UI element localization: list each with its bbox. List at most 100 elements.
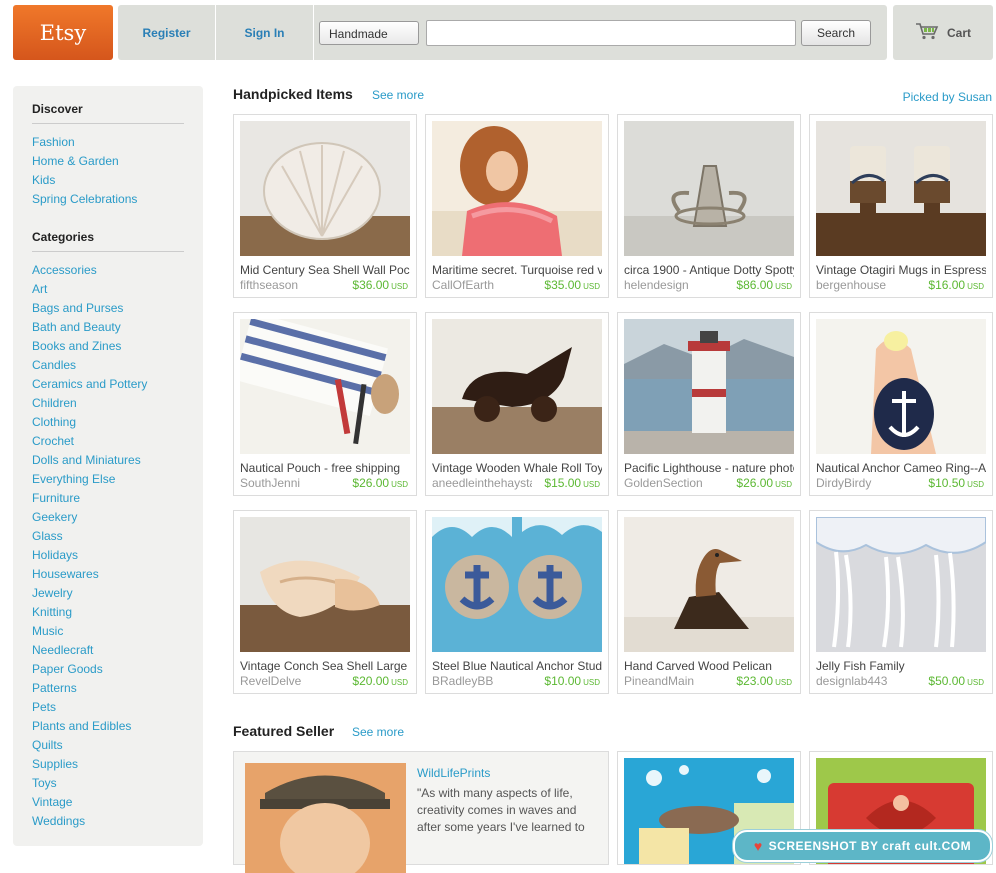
- listing-image-anchor-earrings: [432, 517, 602, 652]
- listing-card[interactable]: Mid Century Sea Shell Wall Pocket fifths…: [233, 114, 417, 298]
- listing-card[interactable]: Nautical Pouch - free shipping SouthJenn…: [233, 312, 417, 496]
- listing-card[interactable]: Pacific Lighthouse - nature photo Golden…: [617, 312, 801, 496]
- discover-link[interactable]: Fashion: [32, 133, 137, 152]
- listing-price: $15.00 USD: [544, 476, 600, 490]
- category-link[interactable]: Candles: [32, 356, 147, 375]
- listing-shop[interactable]: DirdyBirdy: [816, 476, 916, 490]
- picked-by-link[interactable]: Picked by Susan: [903, 90, 992, 104]
- listing-card[interactable]: Maritime secret. Turquoise red vintage C…: [425, 114, 609, 298]
- sidebar: Discover Fashion Home & Garden Kids Spri…: [13, 86, 203, 846]
- category-link[interactable]: Vintage: [32, 793, 147, 812]
- top-nav-bar: Register Sign In Handmade Search: [118, 5, 887, 60]
- category-link[interactable]: Supplies: [32, 755, 147, 774]
- listing-price: $20.00 USD: [352, 674, 408, 688]
- category-link[interactable]: Glass: [32, 527, 147, 546]
- category-link[interactable]: Ceramics and Pottery: [32, 375, 147, 394]
- handpicked-title: Handpicked Items: [233, 86, 353, 102]
- discover-heading: Discover: [32, 102, 184, 124]
- listing-title: Vintage Otagiri Mugs in Espresso: [816, 263, 986, 277]
- category-link[interactable]: Jewelry: [32, 584, 147, 603]
- listing-image-lighthouse: [624, 319, 794, 454]
- category-link[interactable]: Quilts: [32, 736, 147, 755]
- listing-price: $86.00 USD: [736, 278, 792, 292]
- category-link[interactable]: Plants and Edibles: [32, 717, 147, 736]
- listing-shop[interactable]: GoldenSection: [624, 476, 724, 490]
- listing-image-whale-toy: [432, 319, 602, 454]
- category-link[interactable]: Toys: [32, 774, 147, 793]
- category-link[interactable]: Patterns: [32, 679, 147, 698]
- cart-button[interactable]: Cart: [893, 5, 993, 60]
- search-button[interactable]: Search: [801, 20, 871, 46]
- listing-image-seashell: [240, 121, 410, 256]
- listing-shop[interactable]: BRadleyBB: [432, 674, 532, 688]
- category-link[interactable]: Bath and Beauty: [32, 318, 147, 337]
- listing-price: $50.00 USD: [928, 674, 984, 688]
- listing-card[interactable]: Vintage Otagiri Mugs in Espresso bergenh…: [809, 114, 993, 298]
- discover-link[interactable]: Home & Garden: [32, 152, 137, 171]
- sign-in-link[interactable]: Sign In: [216, 5, 314, 60]
- listing-price: $35.00 USD: [544, 278, 600, 292]
- category-link[interactable]: Art: [32, 280, 147, 299]
- seller-avatar[interactable]: [245, 763, 406, 873]
- listing-shop[interactable]: PineandMain: [624, 674, 724, 688]
- category-link[interactable]: Dolls and Miniatures: [32, 451, 147, 470]
- listing-shop[interactable]: designlab443: [816, 674, 916, 688]
- listing-card[interactable]: circa 1900 - Antique Dotty Spotty helend…: [617, 114, 801, 298]
- search-category-select[interactable]: Handmade: [319, 21, 419, 45]
- listing-shop[interactable]: fifthseason: [240, 278, 340, 292]
- seller-quote: "As with many aspects of life, creativit…: [417, 786, 585, 834]
- category-link[interactable]: Pets: [32, 698, 147, 717]
- category-link[interactable]: Children: [32, 394, 147, 413]
- listing-title: Nautical Anchor Cameo Ring--Adjustable: [816, 461, 986, 475]
- listing-card[interactable]: Jelly Fish Family designlab443 $50.00 USD: [809, 510, 993, 694]
- listing-title: Nautical Pouch - free shipping: [240, 461, 401, 475]
- category-link[interactable]: Holidays: [32, 546, 147, 565]
- listing-shop[interactable]: RevelDelve: [240, 674, 340, 688]
- categories-list: Accessories Art Bags and Purses Bath and…: [32, 261, 147, 831]
- category-link[interactable]: Housewares: [32, 565, 147, 584]
- listing-card[interactable]: Steel Blue Nautical Anchor Stud Earrings…: [425, 510, 609, 694]
- listing-shop[interactable]: bergenhouse: [816, 278, 916, 292]
- search-input[interactable]: [426, 20, 796, 46]
- category-link[interactable]: Bags and Purses: [32, 299, 147, 318]
- cart-icon: [915, 22, 939, 43]
- listing-price: $10.50 USD: [928, 476, 984, 490]
- register-link[interactable]: Register: [118, 5, 216, 60]
- listing-shop[interactable]: CallOfEarth: [432, 278, 532, 292]
- category-link[interactable]: Geekery: [32, 508, 147, 527]
- seller-name-link[interactable]: WildLifePrints: [417, 766, 490, 780]
- category-link[interactable]: Accessories: [32, 261, 147, 280]
- etsy-logo[interactable]: Etsy: [13, 5, 113, 60]
- discover-link[interactable]: Kids: [32, 171, 137, 190]
- cart-label: Cart: [946, 25, 971, 40]
- listing-card[interactable]: Hand Carved Wood Pelican PineandMain $23…: [617, 510, 801, 694]
- listing-shop[interactable]: SouthJenni: [240, 476, 340, 490]
- listing-shop[interactable]: aneedleinthehaystack: [432, 476, 532, 490]
- category-link[interactable]: Weddings: [32, 812, 147, 831]
- category-link[interactable]: Needlecraft: [32, 641, 147, 660]
- category-link[interactable]: Books and Zines: [32, 337, 147, 356]
- listing-image-jellyfish: [816, 517, 986, 652]
- watermark-text: SCREENSHOT BY craft cult.COM: [768, 839, 972, 853]
- listing-price: $26.00 USD: [736, 476, 792, 490]
- handpicked-see-more-link[interactable]: See more: [372, 88, 424, 102]
- category-link[interactable]: Knitting: [32, 603, 147, 622]
- listing-image-pouch: [240, 319, 410, 454]
- category-link[interactable]: Music: [32, 622, 147, 641]
- listing-card[interactable]: Vintage Wooden Whale Roll Toy aneedleint…: [425, 312, 609, 496]
- featured-seller-title: Featured Seller: [233, 723, 335, 739]
- listing-price: $10.00 USD: [544, 674, 600, 688]
- listing-shop[interactable]: helendesign: [624, 278, 724, 292]
- category-link[interactable]: Furniture: [32, 489, 147, 508]
- listing-card[interactable]: Nautical Anchor Cameo Ring--Adjustable D…: [809, 312, 993, 496]
- listing-image-woman-beach: [432, 121, 602, 256]
- category-link[interactable]: Crochet: [32, 432, 147, 451]
- category-link[interactable]: Clothing: [32, 413, 147, 432]
- featured-see-more-link[interactable]: See more: [352, 725, 404, 739]
- category-link[interactable]: Everything Else: [32, 470, 147, 489]
- category-link[interactable]: Paper Goods: [32, 660, 147, 679]
- listing-card[interactable]: Vintage Conch Sea Shell Large RevelDelve…: [233, 510, 417, 694]
- listing-image-pelican: [624, 517, 794, 652]
- discover-link[interactable]: Spring Celebrations: [32, 190, 137, 209]
- listing-price: $26.00 USD: [352, 476, 408, 490]
